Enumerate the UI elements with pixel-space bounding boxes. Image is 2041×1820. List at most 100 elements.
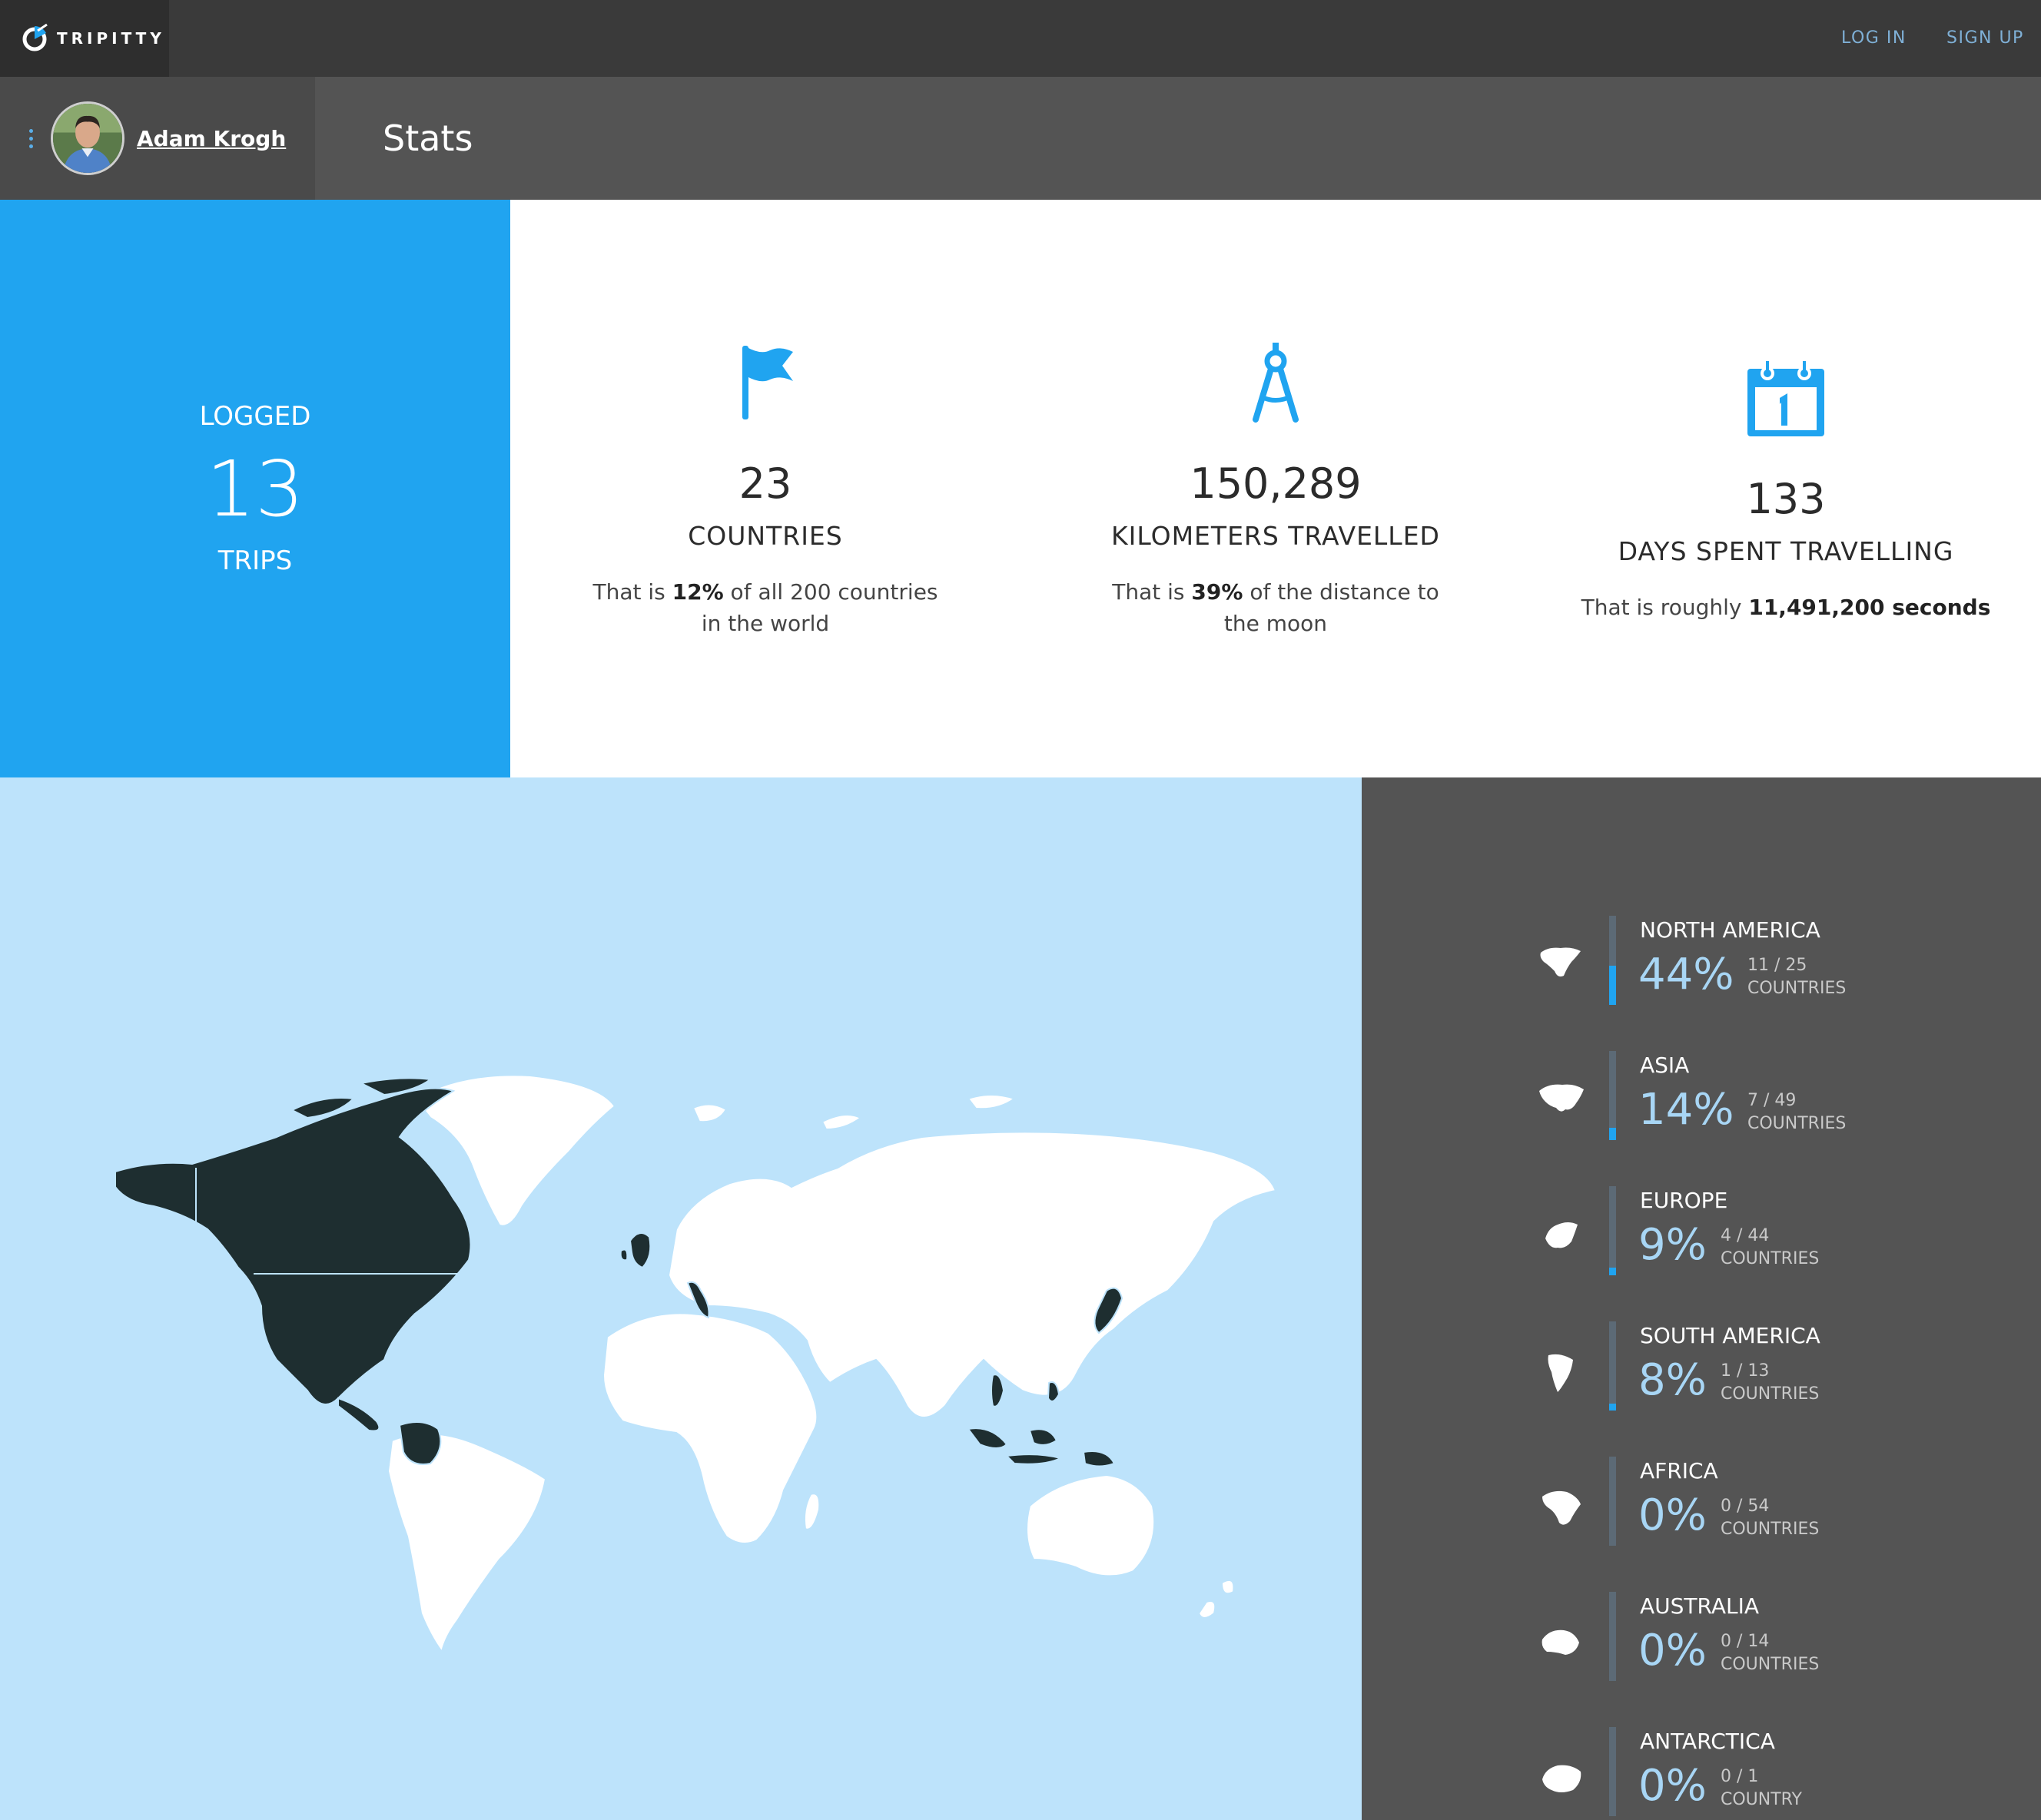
continent-name: ASIA xyxy=(1640,1053,1690,1078)
avatar[interactable] xyxy=(51,101,124,175)
continent-fraction: 1 / 13 xyxy=(1721,1361,1770,1381)
continent-row: AFRICA 0% 0 / 54 COUNTRIES xyxy=(1362,1457,2041,1592)
indonesia-shape xyxy=(967,1427,1116,1467)
continent-fraction: 0 / 54 xyxy=(1721,1497,1770,1516)
australia-icon xyxy=(1542,1629,1579,1655)
continent-count: 4 / 44 COUNTRIES xyxy=(1721,1225,1819,1271)
flag-icon xyxy=(742,346,793,419)
countries-label: COUNTRIES xyxy=(688,521,843,551)
continent-unit: COUNTRIES xyxy=(1747,979,1847,998)
continent-count: 0 / 54 COUNTRIES xyxy=(1721,1495,1819,1541)
top-navbar: TRIPITTY LOG IN SIGN UP xyxy=(0,0,2041,77)
continent-count: 1 / 13 COUNTRIES xyxy=(1721,1360,1819,1406)
world-map[interactable] xyxy=(0,777,1362,1820)
north-america-shape xyxy=(114,1087,472,1405)
south-america-shape xyxy=(387,1433,547,1654)
continent-count: 7 / 49 COUNTRIES xyxy=(1747,1089,1846,1135)
login-link[interactable]: LOG IN xyxy=(1841,0,1907,77)
menu-kebab-icon[interactable] xyxy=(29,128,34,148)
continent-unit: COUNTRIES xyxy=(1721,1520,1820,1539)
continent-unit: COUNTRY xyxy=(1721,1790,1802,1809)
continent-progress-bar xyxy=(1609,1186,1616,1275)
continent-row: NORTH AMERICA 44% 11 / 25 COUNTRIES xyxy=(1362,916,2041,1051)
continent-progress-fill xyxy=(1609,1268,1616,1275)
australia-shape xyxy=(1026,1474,1156,1577)
stat-days: 133 DAYS SPENT TRAVELLING That is roughl… xyxy=(1531,200,2041,777)
continent-unit: COUNTRIES xyxy=(1721,1384,1820,1404)
continent-row: SOUTH AMERICA 8% 1 / 13 COUNTRIES xyxy=(1362,1321,2041,1457)
continent-fraction: 4 / 44 xyxy=(1721,1226,1770,1245)
north-america-icon xyxy=(1540,947,1581,977)
continent-percent: 8% xyxy=(1638,1355,1707,1405)
continent-progress-bar xyxy=(1609,916,1616,1005)
continent-row: AUSTRALIA 0% 0 / 14 COUNTRIES xyxy=(1362,1592,2041,1727)
continent-name: ANTARCTICA xyxy=(1640,1729,1775,1754)
continent-row: ASIA 14% 7 / 49 COUNTRIES xyxy=(1362,1051,2041,1186)
continents-panel: NORTH AMERICA 44% 11 / 25 COUNTRIES ASIA 14% 7… xyxy=(1362,777,2041,1820)
user-name-link[interactable]: Adam Krogh xyxy=(137,126,286,151)
antarctica-icon xyxy=(1542,1765,1581,1792)
continent-progress-bar xyxy=(1609,1592,1616,1681)
continent-percent: 0% xyxy=(1638,1490,1707,1540)
brand-logo[interactable]: TRIPITTY xyxy=(0,0,169,77)
continent-fraction: 0 / 1 xyxy=(1721,1767,1759,1786)
continent-percent: 9% xyxy=(1638,1220,1707,1270)
continent-percent: 44% xyxy=(1638,950,1734,1000)
continent-progress-fill xyxy=(1609,966,1616,1005)
logged-unit: TRIPS xyxy=(217,545,293,576)
continent-progress-bar xyxy=(1609,1321,1616,1411)
days-description: That is roughly 11,491,200 seconds xyxy=(1581,595,1991,620)
iceland-shape xyxy=(692,1103,728,1123)
continent-progress-bar xyxy=(1609,1051,1616,1140)
continent-fraction: 7 / 49 xyxy=(1747,1091,1797,1110)
continent-unit: COUNTRIES xyxy=(1721,1655,1820,1674)
continent-count: 0 / 14 COUNTRIES xyxy=(1721,1630,1819,1676)
world-map-svg xyxy=(114,1074,1277,1654)
continent-name: AUSTRALIA xyxy=(1640,1593,1760,1619)
distance-value: 150,289 xyxy=(1190,459,1362,508)
continent-count: 0 / 1 COUNTRY xyxy=(1721,1765,1802,1812)
africa-icon xyxy=(1542,1490,1581,1525)
continent-row: EUROPE 9% 4 / 44 COUNTRIES xyxy=(1362,1186,2041,1321)
logged-trips-panel: LOGGED 13 TRIPS xyxy=(0,200,510,777)
distance-label: KILOMETERS TRAVELLED xyxy=(1111,521,1440,551)
tripitty-logo-icon xyxy=(22,23,48,51)
continent-progress-bar xyxy=(1609,1727,1616,1816)
page-title: Stats xyxy=(383,118,473,159)
continent-unit: COUNTRIES xyxy=(1721,1249,1820,1268)
continent-name: NORTH AMERICA xyxy=(1640,917,1820,943)
asia-icon xyxy=(1539,1084,1584,1112)
continent-progress-bar xyxy=(1609,1457,1616,1546)
continent-percent: 0% xyxy=(1638,1761,1707,1811)
signup-link[interactable]: SIGN UP xyxy=(1946,0,2024,77)
continent-fraction: 0 / 14 xyxy=(1721,1632,1770,1651)
continent-count: 11 / 25 COUNTRIES xyxy=(1747,954,1846,1000)
continent-progress-fill xyxy=(1609,1404,1616,1411)
central-america-shape xyxy=(337,1397,380,1432)
countries-description: That is 12% of all 200 countries in the … xyxy=(592,579,938,636)
logged-trip-count: 13 xyxy=(206,444,304,534)
stat-distance: 150,289 KILOMETERS TRAVELLED That is 39%… xyxy=(1020,200,1531,777)
calendar-icon xyxy=(1747,361,1824,436)
days-value: 133 xyxy=(1746,475,1826,523)
continent-name: EUROPE xyxy=(1640,1188,1728,1213)
madagascar-shape xyxy=(803,1493,821,1530)
countries-value: 23 xyxy=(738,459,792,508)
africa-shape xyxy=(602,1312,818,1544)
brand-name: TRIPITTY xyxy=(57,29,165,48)
page-header: Adam Krogh Stats xyxy=(0,77,2041,200)
continent-row: ANTARCTICA 0% 0 / 1 COUNTRY xyxy=(1362,1727,2041,1820)
stat-countries: 23 COUNTRIES That is 12% of all 200 coun… xyxy=(510,200,1020,777)
compass-icon xyxy=(1253,343,1299,423)
continent-unit: COUNTRIES xyxy=(1747,1114,1847,1133)
continent-name: AFRICA xyxy=(1640,1458,1718,1484)
continent-name: SOUTH AMERICA xyxy=(1640,1323,1820,1348)
logged-label: LOGGED xyxy=(199,401,311,432)
europe-icon xyxy=(1545,1222,1578,1248)
continent-percent: 0% xyxy=(1638,1626,1707,1676)
continent-progress-fill xyxy=(1609,1128,1616,1140)
continent-fraction: 11 / 25 xyxy=(1747,956,1807,975)
arctic-islands-shape xyxy=(821,1094,1017,1131)
south-america-icon xyxy=(1548,1354,1573,1392)
user-profile[interactable]: Adam Krogh xyxy=(0,77,315,200)
